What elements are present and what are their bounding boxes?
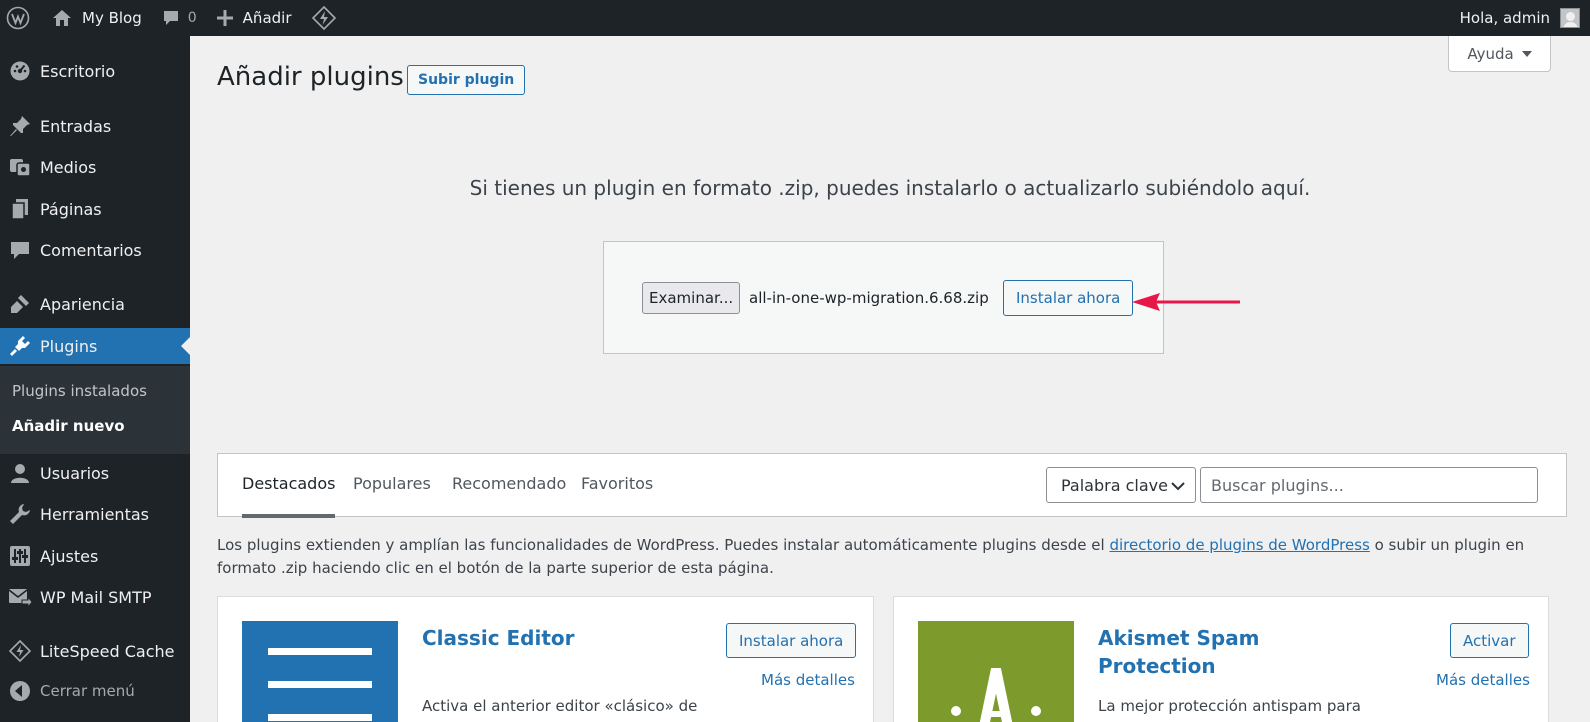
tab-favorites[interactable]: Favoritos — [581, 474, 653, 518]
plugins-submenu: Plugins instalados Añadir nuevo — [0, 366, 190, 454]
tools-icon — [10, 504, 30, 524]
new-content-label: Añadir — [242, 9, 292, 27]
akismet-icon — [918, 621, 1074, 722]
dashboard-icon — [10, 61, 30, 81]
comments-count: 0 — [187, 10, 197, 26]
comments-icon — [11, 242, 29, 259]
search-plugins-input[interactable] — [1200, 467, 1538, 503]
search-type-value: Palabra clave — [1061, 475, 1168, 495]
chevron-down-icon — [1171, 482, 1185, 491]
comments-link[interactable]: 0 — [152, 0, 207, 36]
sidebar-item-users[interactable]: Usuarios — [0, 455, 190, 491]
sidebar-item-settings[interactable]: Ajustes — [0, 538, 190, 574]
browse-file-button[interactable]: Examinar... — [642, 282, 741, 314]
sidebar-item-label: Cerrar menú — [40, 682, 135, 700]
sidebar-item-posts[interactable]: Entradas — [0, 108, 190, 144]
help-button[interactable]: Ayuda — [1448, 36, 1551, 72]
sidebar-item-appearance[interactable]: Apariencia — [0, 286, 190, 322]
plugin-directory-link[interactable]: directorio de plugins de WordPress — [1109, 536, 1369, 554]
install-now-button[interactable]: Instalar ahora — [1003, 280, 1134, 316]
plugin-name-link[interactable]: Akismet Spam Protection — [1098, 624, 1298, 680]
settings-icon — [10, 546, 30, 566]
selected-file-name: all-in-one-wp-migration.6.68.zip — [749, 289, 989, 307]
sidebar-item-label: Medios — [40, 157, 97, 177]
sidebar-item-label: WP Mail SMTP — [40, 587, 152, 607]
intro-text-start: Los plugins extienden y amplían las func… — [217, 536, 1110, 554]
plugin-card-classic-editor: Classic Editor Instalar ahora Más detall… — [217, 596, 874, 722]
sidebar-item-label: LiteSpeed Cache — [40, 641, 175, 661]
main-content: Añadir plugins Subir plugin Ayuda Si tie… — [190, 36, 1590, 722]
annotation-arrow-icon — [1132, 293, 1240, 311]
tab-featured[interactable]: Destacados — [242, 474, 336, 518]
collapse-menu-button[interactable]: Cerrar menú — [0, 673, 190, 709]
sidebar-item-label: Herramientas — [40, 504, 149, 524]
page-title: Añadir plugins — [217, 62, 404, 92]
plugin-card-akismet: Akismet Spam Protection Activar Más deta… — [893, 596, 1549, 722]
site-name: My Blog — [82, 9, 142, 27]
plugin-name-link[interactable]: Classic Editor — [422, 624, 575, 652]
sidebar-item-media[interactable]: Medios — [0, 149, 190, 185]
appearance-icon — [11, 295, 29, 313]
mail-icon — [8, 589, 32, 608]
sidebar-item-pages[interactable]: Páginas — [0, 191, 190, 227]
avatar[interactable] — [1560, 8, 1580, 28]
sidebar-item-plugins[interactable]: Plugins — [0, 328, 190, 364]
sidebar-item-label: Páginas — [40, 199, 102, 219]
sidebar-item-label: Comentarios — [40, 240, 142, 260]
sidebar-item-label: Entradas — [40, 116, 112, 136]
admin-bar: My Blog 0 Añadir Hola, admin — [0, 0, 1590, 36]
sidebar-item-label: Apariencia — [40, 294, 125, 314]
sidebar-item-label: Escritorio — [40, 61, 116, 81]
caret-down-icon — [1521, 50, 1532, 57]
site-name-link[interactable]: My Blog — [42, 0, 152, 36]
plugins-intro-text: Los plugins extienden y amplían las func… — [217, 534, 1577, 580]
classic-editor-icon — [242, 621, 398, 722]
pages-icon — [11, 199, 28, 220]
install-classic-editor-button[interactable]: Instalar ahora — [726, 623, 857, 658]
upload-plugin-button[interactable]: Subir plugin — [407, 65, 526, 95]
plugin-description: Activa el anterior editor «clásico» de W… — [422, 697, 712, 722]
litespeed-bar-button[interactable] — [302, 0, 346, 36]
home-icon — [53, 10, 71, 26]
admin-sidebar: Escritorio Entradas Medios Páginas Comen… — [0, 36, 190, 722]
tab-recommended[interactable]: Recomendado — [452, 474, 566, 518]
wordpress-logo-button[interactable] — [0, 0, 42, 36]
more-details-link[interactable]: Más detalles — [761, 671, 855, 689]
new-content-link[interactable]: Añadir — [207, 0, 302, 36]
litespeed-icon — [311, 6, 336, 30]
pin-icon — [10, 116, 30, 136]
tab-popular[interactable]: Populares — [353, 474, 431, 518]
wordpress-logo-icon — [6, 6, 30, 30]
plugins-icon — [10, 336, 30, 356]
user-greeting[interactable]: Hola, admin — [1460, 9, 1550, 27]
upload-description: Si tienes un plugin en formato .zip, pue… — [469, 176, 1311, 200]
collapse-icon — [10, 681, 30, 701]
plugin-description: La mejor protección antispam para — [1098, 697, 1361, 715]
sidebar-item-tools[interactable]: Herramientas — [0, 496, 190, 532]
sidebar-item-litespeed-cache[interactable]: LiteSpeed Cache — [0, 633, 190, 669]
plugin-filter-bar: Destacados Populares Recomendado Favorit… — [217, 453, 1567, 518]
plus-icon — [216, 10, 233, 26]
sidebar-item-label: Plugins — [40, 336, 98, 356]
help-label: Ayuda — [1467, 44, 1514, 63]
activate-akismet-button[interactable]: Activar — [1450, 623, 1529, 658]
more-details-link[interactable]: Más detalles — [1436, 671, 1530, 689]
upload-form: Examinar... all-in-one-wp-migration.6.68… — [603, 241, 1164, 354]
sidebar-item-label: Usuarios — [40, 463, 110, 483]
litespeed-icon — [9, 640, 31, 662]
users-icon — [11, 464, 29, 483]
sidebar-item-wp-mail-smtp[interactable]: WP Mail SMTP — [0, 579, 190, 615]
sidebar-item-dashboard[interactable]: Escritorio — [0, 53, 190, 89]
sidebar-item-label: Ajustes — [40, 546, 99, 566]
sidebar-item-comments[interactable]: Comentarios — [0, 232, 190, 268]
search-type-select[interactable]: Palabra clave — [1046, 467, 1196, 503]
submenu-add-new[interactable]: Añadir nuevo — [12, 417, 125, 435]
media-icon — [10, 159, 31, 177]
submenu-installed-plugins[interactable]: Plugins instalados — [12, 382, 147, 400]
comment-bubble-icon — [163, 11, 178, 25]
